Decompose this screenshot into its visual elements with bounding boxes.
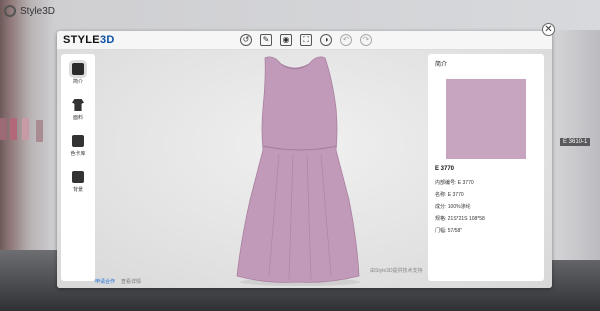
info-row-name: 名称: E 3770 (435, 191, 464, 198)
fabric-swatch (446, 79, 526, 159)
modal-header: STYLE3D ↺ ✎ ◉ ⛶ ◑ ↶ ↷ (57, 31, 552, 50)
camera-icon[interactable]: ◉ (280, 34, 292, 46)
palette-icon (72, 135, 84, 147)
tool-icon[interactable]: ✎ (260, 34, 272, 46)
brand-prefix: STYLE (63, 34, 100, 46)
app-logo-icon (4, 5, 16, 17)
nav-label: 色卡库 (70, 151, 86, 157)
info-value: 57/58" (447, 228, 463, 234)
app-name: Style3D (20, 5, 56, 17)
info-value: 21S*21S 108*58 (447, 216, 485, 222)
info-row-internal-id: 内部编号: E 3770 (435, 179, 474, 186)
info-panel: 简介 E 3770 内部编号: E 3770 名称: E 3770 成分: 10… (428, 54, 544, 281)
info-label: 名称: (435, 192, 447, 198)
info-label: 规格: (435, 216, 447, 222)
nav-item-info[interactable]: 简介 (61, 63, 95, 85)
info-value: E 3770 (447, 192, 464, 198)
info-row-composition: 成分: 100%涤纶 (435, 203, 471, 210)
shirt-icon (72, 99, 84, 111)
info-value: E 3770 (457, 180, 474, 186)
info-icon (72, 63, 84, 75)
background-swatch (22, 118, 29, 140)
image-icon (72, 171, 84, 183)
fullscreen-icon[interactable]: ⛶ (300, 34, 312, 46)
nav-label: 简介 (72, 79, 83, 85)
reset-icon[interactable]: ↺ (240, 34, 252, 46)
background-tag: E 3610-1 (560, 138, 591, 146)
undo-icon[interactable]: ↶ (340, 34, 352, 46)
tech-credit: 由Style3D提供技术支持 (370, 268, 423, 274)
light-icon[interactable]: ◑ (320, 34, 332, 46)
fabric-name: E 3770 (435, 166, 455, 172)
background-swatch (0, 118, 7, 140)
info-label: 门幅: (435, 228, 447, 234)
nav-item-background[interactable]: 背景 (61, 171, 95, 193)
brand-logo: STYLE3D (63, 34, 115, 46)
left-nav: 简介 面料 色卡库 背景 (61, 54, 95, 281)
close-button[interactable]: ✕ (542, 23, 555, 36)
info-value: 100%涤纶 (447, 204, 471, 210)
dress-body (236, 56, 360, 283)
view-detail-link[interactable]: 查看详情 (121, 278, 141, 285)
app-header: Style3D (0, 0, 55, 22)
info-row-width: 门幅: 57/58" (435, 227, 462, 234)
background-swatch (36, 120, 43, 142)
background-swatch (10, 118, 17, 140)
info-label: 内部编号: (435, 180, 457, 186)
apply-cooperation-link[interactable]: 申请合作 (95, 278, 115, 285)
bottom-links: 申请合作 查看详情 (95, 278, 141, 285)
nav-label: 背景 (72, 187, 83, 193)
nav-item-fabric[interactable]: 面料 (61, 99, 95, 121)
redo-icon[interactable]: ↷ (360, 34, 372, 46)
panel-title: 简介 (435, 62, 448, 68)
info-label: 成分: (435, 204, 447, 210)
viewer-modal: STYLE3D ↺ ✎ ◉ ⛶ ◑ ↶ ↷ 简介 面料 色卡库 背景 申请合作 … (57, 31, 552, 288)
viewer-toolbar: ↺ ✎ ◉ ⛶ ◑ ↶ ↷ (240, 34, 372, 46)
info-row-spec: 规格: 21S*21S 108*58 (435, 215, 485, 222)
nav-item-palette[interactable]: 色卡库 (61, 135, 95, 157)
nav-label: 面料 (72, 115, 83, 121)
brand-suffix: 3D (99, 34, 115, 46)
